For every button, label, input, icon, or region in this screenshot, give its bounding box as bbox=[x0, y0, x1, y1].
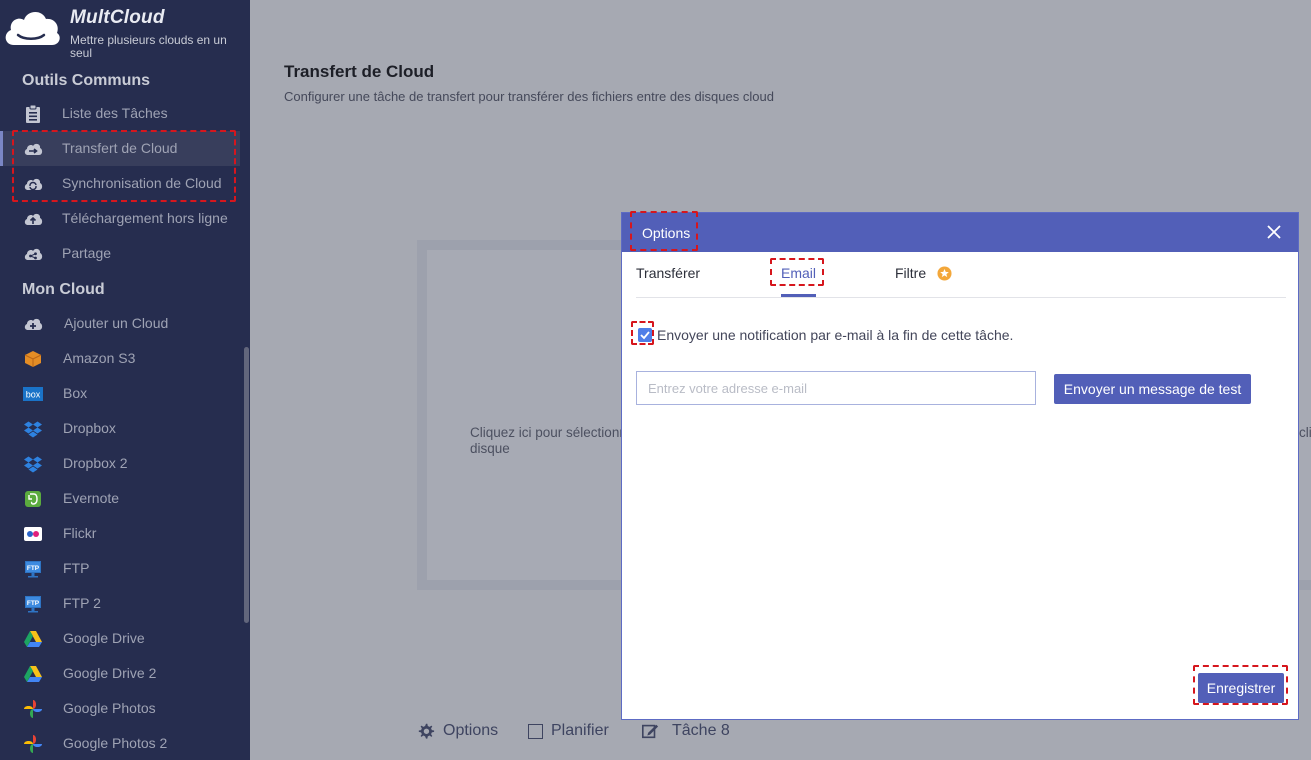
google-drive-icon bbox=[24, 666, 42, 682]
google-photos-icon bbox=[24, 700, 42, 718]
source-prompt: Cliquez ici pour sélectionner disque bbox=[470, 425, 630, 456]
sidebar-item-dropbox-2[interactable]: Dropbox 2 bbox=[0, 446, 240, 481]
task-label: Tâche 8 bbox=[672, 722, 730, 739]
svg-text:box: box bbox=[26, 390, 41, 400]
sidebar-item-box[interactable]: box Box bbox=[0, 376, 240, 411]
sidebar-item-ftp[interactable]: FTP FTP bbox=[0, 551, 240, 586]
tab-email[interactable]: Email bbox=[781, 265, 816, 281]
svg-text:FTP: FTP bbox=[27, 565, 40, 572]
section-clouds-title: Mon Cloud bbox=[22, 281, 105, 298]
cloud-share-icon bbox=[24, 248, 43, 260]
google-drive-icon bbox=[24, 631, 42, 647]
target-drop-border bbox=[1299, 580, 1311, 590]
sidebar-item-flickr[interactable]: Flickr bbox=[0, 516, 240, 551]
cloud-add-icon bbox=[24, 318, 43, 330]
options-dialog: Options Transférer Email Filtre Envoyer … bbox=[621, 212, 1299, 720]
sidebar-item-ftp-2[interactable]: FTP FTP 2 bbox=[0, 586, 240, 621]
sidebar-item-evernote[interactable]: Evernote bbox=[0, 481, 240, 516]
box-icon: box bbox=[23, 387, 43, 401]
checkmark-icon bbox=[640, 331, 650, 340]
brand-tagline: Mettre plusieurs clouds en un seul bbox=[70, 33, 227, 60]
save-button[interactable]: Enregistrer bbox=[1198, 673, 1284, 703]
cloud-transfer-icon bbox=[24, 143, 43, 155]
sidebar: MultCloud Mettre plusieurs clouds en un … bbox=[0, 0, 250, 760]
sidebar-item-amazon-s3[interactable]: Amazon S3 bbox=[0, 341, 240, 376]
options-label: Options bbox=[443, 722, 499, 739]
sidebar-item-label: Google Photos 2 bbox=[63, 735, 168, 751]
close-icon[interactable] bbox=[1265, 223, 1283, 241]
dialog-title: Options bbox=[642, 225, 691, 241]
sidebar-item-label: Transfert de Cloud bbox=[62, 140, 178, 156]
target-drop-area[interactable] bbox=[1299, 250, 1311, 580]
page-title: Transfert de Cloud bbox=[284, 62, 435, 81]
sidebar-item-label: Google Drive 2 bbox=[63, 665, 157, 681]
premium-star-icon bbox=[937, 266, 952, 281]
sidebar-item-label: Dropbox bbox=[63, 420, 116, 436]
amazon-s3-icon bbox=[24, 351, 42, 367]
sidebar-item-label: Liste des Tâches bbox=[62, 105, 168, 121]
sidebar-item-google-drive-2[interactable]: Google Drive 2 bbox=[0, 656, 240, 691]
edit-icon bbox=[641, 724, 659, 739]
sidebar-item-google-photos[interactable]: Google Photos bbox=[0, 691, 240, 726]
cloud-upload-icon bbox=[24, 213, 43, 225]
tab-filter[interactable]: Filtre bbox=[895, 265, 926, 281]
multcloud-logo-icon bbox=[5, 11, 60, 45]
brand-name: MultCloud bbox=[70, 7, 165, 28]
sidebar-item-cloud-transfer[interactable]: Transfert de Cloud bbox=[0, 131, 240, 166]
sidebar-item-task-list[interactable]: Liste des Tâches bbox=[0, 96, 240, 131]
sidebar-scrollbar[interactable] bbox=[244, 347, 249, 623]
tabs-divider bbox=[636, 297, 1286, 298]
brand[interactable]: MultCloud Mettre plusieurs clouds en un … bbox=[0, 0, 250, 66]
sidebar-item-label: Dropbox 2 bbox=[63, 455, 128, 471]
clipboard-icon bbox=[26, 104, 40, 123]
sidebar-item-label: Flickr bbox=[63, 525, 97, 541]
schedule-checkbox[interactable] bbox=[528, 723, 543, 739]
dropbox-icon bbox=[24, 421, 42, 438]
schedule-button[interactable]: Planifier bbox=[528, 718, 609, 744]
google-photos-icon bbox=[24, 735, 42, 753]
send-test-button[interactable]: Envoyer un message de test bbox=[1054, 374, 1251, 404]
page-subtitle: Configurer une tâche de transfert pour t… bbox=[284, 89, 774, 104]
sidebar-item-label: FTP bbox=[63, 560, 90, 576]
sidebar-item-label: Box bbox=[63, 385, 88, 401]
email-input[interactable] bbox=[636, 371, 1036, 405]
sidebar-item-label: Evernote bbox=[63, 490, 120, 506]
cloud-sync-icon bbox=[24, 178, 43, 191]
dialog-header: Options bbox=[622, 213, 1298, 252]
ftp-icon: FTP bbox=[25, 561, 41, 578]
gear-icon bbox=[418, 723, 435, 739]
notify-checkbox[interactable] bbox=[638, 328, 652, 342]
dropbox-icon bbox=[24, 456, 42, 473]
sidebar-item-cloud-sync[interactable]: Synchronisation de Cloud bbox=[0, 166, 240, 201]
sidebar-item-label: Ajouter un Cloud bbox=[64, 315, 169, 331]
tab-transfer[interactable]: Transférer bbox=[636, 265, 700, 281]
svg-text:FTP: FTP bbox=[27, 600, 40, 607]
sidebar-item-label: Amazon S3 bbox=[63, 350, 136, 366]
sidebar-item-label: FTP 2 bbox=[63, 595, 101, 611]
section-tools-title: Outils Communs bbox=[22, 72, 151, 89]
ftp-icon: FTP bbox=[25, 596, 41, 613]
notify-label[interactable]: Envoyer une notification par e-mail à la… bbox=[657, 327, 1013, 343]
sidebar-item-label: Téléchargement hors ligne bbox=[62, 210, 228, 226]
sidebar-item-label: Partage bbox=[62, 245, 112, 261]
sidebar-item-label: Google Photos bbox=[63, 700, 156, 716]
task-name-button[interactable]: Tâche 8 bbox=[641, 718, 730, 744]
sidebar-item-dropbox[interactable]: Dropbox bbox=[0, 411, 240, 446]
evernote-icon bbox=[25, 491, 41, 507]
sidebar-item-label: Google Drive bbox=[63, 630, 145, 646]
sidebar-item-offline-download[interactable]: Téléchargement hors ligne bbox=[0, 201, 240, 236]
sidebar-item-share[interactable]: Partage bbox=[0, 236, 240, 271]
sidebar-item-google-photos-2[interactable]: Google Photos 2 bbox=[0, 726, 240, 760]
sidebar-item-label: Synchronisation de Cloud bbox=[62, 175, 222, 191]
flickr-icon bbox=[24, 527, 42, 541]
source-drop-inner[interactable] bbox=[427, 250, 627, 580]
sidebar-item-google-drive[interactable]: Google Drive bbox=[0, 621, 240, 656]
target-prompt: clic bbox=[1299, 425, 1311, 440]
schedule-label: Planifier bbox=[551, 722, 609, 739]
sidebar-item-add-cloud[interactable]: Ajouter un Cloud bbox=[0, 306, 240, 341]
options-button[interactable]: Options bbox=[417, 718, 498, 744]
